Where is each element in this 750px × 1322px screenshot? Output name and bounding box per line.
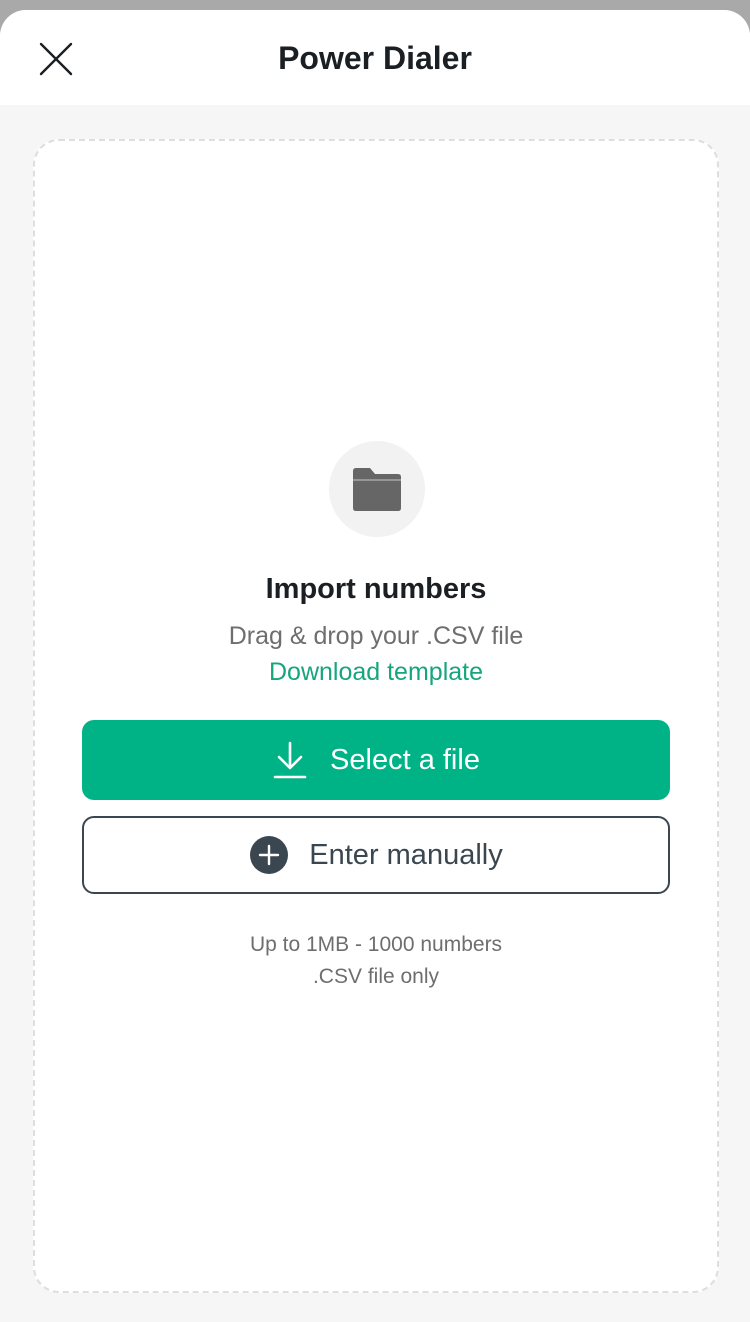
drag-drop-instruction: Drag & drop your .CSV file <box>228 622 524 650</box>
enter-manually-button[interactable]: Enter manually <box>82 816 670 894</box>
power-dialer-sheet: Power Dialer Import numbers Drag & drop … <box>0 10 750 1322</box>
folder-icon <box>353 468 401 511</box>
import-title: Import numbers <box>265 573 487 605</box>
file-type-text: .CSV file only <box>312 965 440 988</box>
select-file-label: Select a file <box>330 743 480 776</box>
size-limit-text: Up to 1MB - 1000 numbers <box>249 933 503 956</box>
plus-circle-icon <box>250 836 289 874</box>
download-icon <box>273 741 307 779</box>
enter-manually-label: Enter manually <box>309 838 503 871</box>
folder-icon-container <box>329 441 425 537</box>
csv-dropzone[interactable]: Import numbers Drag & drop your .CSV fil… <box>33 139 719 1293</box>
download-template-link[interactable]: Download template <box>35 656 717 688</box>
page-title: Power Dialer <box>278 40 472 76</box>
select-file-button[interactable]: Select a file <box>82 720 670 800</box>
file-limits: Up to 1MB - 1000 numbers .CSV file only <box>35 929 717 993</box>
header: Power Dialer <box>0 10 750 105</box>
